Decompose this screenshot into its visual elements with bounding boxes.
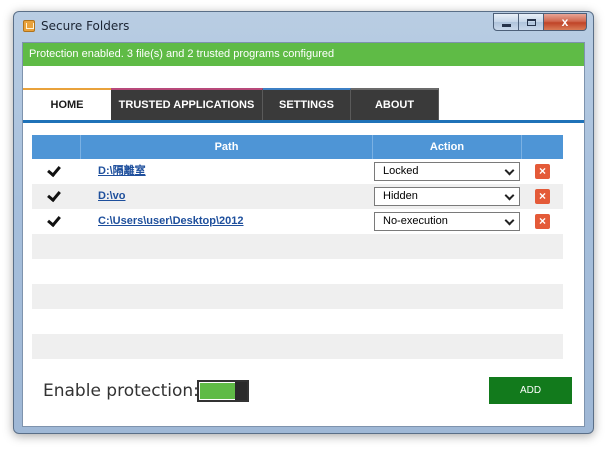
empty-row: [32, 334, 563, 359]
enable-protection-label: Enable protection:: [43, 381, 199, 401]
maximize-button[interactable]: [519, 13, 544, 31]
header-delete-column: [522, 135, 563, 159]
status-bar: Protection enabled. 3 file(s) and 2 trus…: [23, 43, 584, 66]
table-row: D:\隔離室 Locked ×: [32, 159, 563, 184]
client-area: Protection enabled. 3 file(s) and 2 trus…: [22, 42, 585, 427]
toggle-fill: [200, 383, 236, 399]
empty-row: [32, 234, 563, 259]
empty-row: [32, 309, 563, 334]
delete-icon[interactable]: ×: [535, 164, 550, 179]
header-path[interactable]: Path: [81, 135, 373, 159]
table-row: D:\vo Hidden ×: [32, 184, 563, 209]
protection-toggle[interactable]: [197, 380, 249, 402]
action-select-value: Locked: [383, 165, 419, 177]
window-controls: x: [493, 13, 587, 31]
minimize-icon: [501, 23, 511, 27]
app-window: Secure Folders x Protection enabled. 3 f…: [13, 11, 594, 434]
header-check-column: [32, 135, 81, 159]
tab-settings[interactable]: SETTINGS: [263, 88, 351, 120]
action-select-value: Hidden: [383, 190, 418, 202]
table-row: C:\Users\user\Desktop\2012 No-execution …: [32, 209, 563, 234]
action-select-value: No-execution: [383, 215, 448, 227]
tab-strip: HOME TRUSTED APPLICATIONS SETTINGS ABOUT: [23, 88, 584, 123]
minimize-button[interactable]: [493, 13, 519, 31]
tab-home[interactable]: HOME: [23, 88, 111, 120]
checkmark-icon[interactable]: [47, 214, 61, 228]
action-select[interactable]: No-execution: [374, 212, 520, 231]
checkmark-icon[interactable]: [47, 164, 61, 178]
title-bar[interactable]: Secure Folders x: [14, 12, 593, 41]
chevron-down-icon: [504, 190, 515, 201]
chevron-down-icon: [504, 215, 515, 226]
add-button[interactable]: ADD: [489, 377, 572, 404]
toggle-knob[interactable]: [235, 382, 247, 400]
table-header: Path Action: [32, 135, 563, 159]
checkmark-icon[interactable]: [47, 189, 61, 203]
tab-about[interactable]: ABOUT: [351, 88, 439, 120]
path-link[interactable]: C:\Users\user\Desktop\2012: [98, 209, 244, 234]
header-action[interactable]: Action: [373, 135, 522, 159]
app-icon: [23, 20, 35, 32]
maximize-icon: [526, 18, 536, 26]
delete-icon[interactable]: ×: [535, 214, 550, 229]
tab-trusted-applications[interactable]: TRUSTED APPLICATIONS: [111, 88, 263, 120]
close-button[interactable]: x: [544, 13, 587, 31]
empty-row: [32, 259, 563, 284]
empty-row: [32, 284, 563, 309]
folders-table: Path Action D:\隔離室 Locked × D:\vo Hidden: [32, 135, 563, 384]
path-link[interactable]: D:\隔離室: [98, 159, 146, 184]
close-icon: x: [561, 15, 569, 29]
chevron-down-icon: [504, 165, 515, 176]
path-link[interactable]: D:\vo: [98, 184, 126, 209]
action-select[interactable]: Hidden: [374, 187, 520, 206]
delete-icon[interactable]: ×: [535, 189, 550, 204]
action-select[interactable]: Locked: [374, 162, 520, 181]
window-title: Secure Folders: [41, 19, 130, 33]
